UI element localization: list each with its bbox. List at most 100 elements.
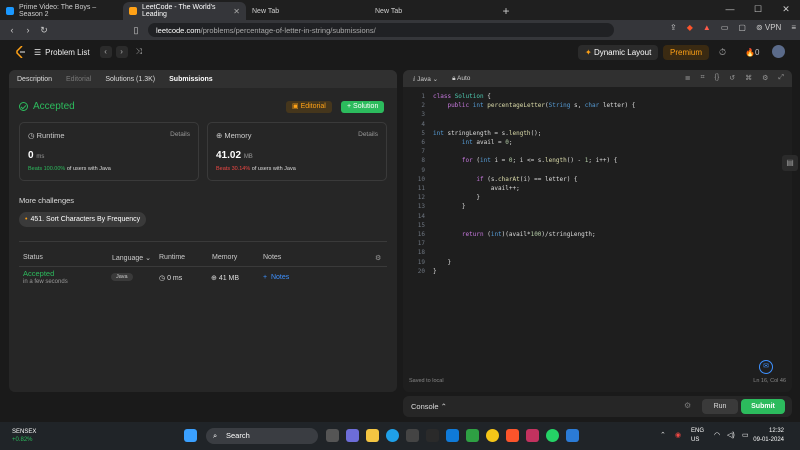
browser-tab-newtab-2[interactable]: New Tab xyxy=(369,2,492,20)
notepad-icon[interactable] xyxy=(566,429,579,442)
shortcut-icon[interactable]: ⌘ xyxy=(745,74,752,82)
close-window-icon[interactable]: ✕ xyxy=(772,0,800,18)
code-line[interactable]: } xyxy=(433,202,466,211)
snapchat-icon[interactable] xyxy=(486,429,499,442)
settings-icon[interactable]: ⚙ xyxy=(684,401,691,410)
code-line[interactable]: if (s.charAt(i) == letter) { xyxy=(433,175,577,184)
format-icon[interactable]: ≣ xyxy=(685,74,691,82)
code-line[interactable]: for (int i = 0; i <= s.length() - 1; i++… xyxy=(433,156,617,165)
code-line[interactable]: int avail = 0; xyxy=(433,138,513,147)
solution-button[interactable]: + Solution xyxy=(341,101,385,113)
browser-tab-newtab-1[interactable]: New Tab xyxy=(246,2,369,20)
tab-solutions[interactable]: Solutions (1.3K) xyxy=(105,76,155,83)
code-line[interactable]: avail++; xyxy=(433,184,520,193)
braces-icon[interactable]: {} xyxy=(715,74,720,82)
stock-widget[interactable]: SENSEX +0.82% xyxy=(12,428,36,444)
code-line[interactable]: } xyxy=(433,267,437,276)
reset-icon[interactable]: ↺ xyxy=(729,74,735,82)
clock[interactable]: 12:32 09-01-2024 xyxy=(753,427,784,445)
expand-icon[interactable]: ⤢ xyxy=(778,74,784,82)
problem-list-button[interactable]: ☰ Problem List xyxy=(34,48,90,57)
bookmark-icon[interactable]: ⌗ xyxy=(701,74,705,82)
taskbar-search[interactable]: ⌕ Search xyxy=(206,428,318,444)
browser-tab-leetcode[interactable]: LeetCode - The World's Leading ✕ xyxy=(123,2,246,20)
brave-icon[interactable] xyxy=(506,429,519,442)
close-tab-icon[interactable]: ✕ xyxy=(233,7,240,16)
minimize-icon[interactable]: — xyxy=(716,0,744,18)
runtime-card[interactable]: ◷ Runtime Details 0 ms Beats 100.00% of … xyxy=(19,122,199,181)
tab-submissions[interactable]: Submissions xyxy=(169,76,213,83)
back-icon[interactable]: ‹ xyxy=(4,25,20,35)
antivirus-icon[interactable]: ◉ xyxy=(675,431,681,439)
col-notes[interactable]: Notes xyxy=(263,254,281,261)
premium-button[interactable]: Premium xyxy=(663,45,710,60)
app-icon[interactable] xyxy=(446,429,459,442)
forward-icon[interactable]: › xyxy=(20,25,36,35)
col-status[interactable]: Status xyxy=(23,254,43,261)
tab-editorial[interactable]: Editorial xyxy=(66,76,91,83)
prev-problem-icon[interactable]: ‹ xyxy=(99,46,112,58)
row-status[interactable]: Accepted xyxy=(23,269,54,278)
code-line[interactable]: } xyxy=(433,258,451,267)
settings-gear-icon[interactable]: ⚙ xyxy=(375,254,381,262)
reload-icon[interactable]: ↻ xyxy=(36,25,52,36)
memory-card[interactable]: ⊕ Memory Details 41.02 MB Beats 30.14% o… xyxy=(207,122,387,181)
autosave-mode[interactable]: 🔒︎ Auto xyxy=(452,75,470,83)
chevron-up-icon[interactable]: ⌃ xyxy=(660,431,666,439)
dynamic-layout-button[interactable]: ✦ Dynamic Layout xyxy=(578,45,659,60)
timer-icon[interactable]: ⏱ xyxy=(719,47,726,58)
vpn-button[interactable]: ⊚ VPN xyxy=(756,23,781,32)
chat-icon[interactable]: ✉ xyxy=(759,360,773,374)
editorial-button[interactable]: ▣ Editorial xyxy=(286,101,332,113)
whatsapp-icon[interactable] xyxy=(546,429,559,442)
file-explorer-icon[interactable] xyxy=(366,429,379,442)
runtime-details-link[interactable]: Details xyxy=(170,131,190,138)
code-line[interactable]: return (int)(avail*100)/stringLength; xyxy=(433,230,596,239)
memory-details-link[interactable]: Details xyxy=(358,131,378,138)
submit-button[interactable]: Submit xyxy=(741,399,785,414)
share-icon[interactable]: ⇪ xyxy=(670,23,677,32)
intellij-icon[interactable] xyxy=(526,429,539,442)
challenge-chip[interactable]: • 451. Sort Characters By Frequency xyxy=(19,212,147,227)
volume-icon[interactable]: ◁) xyxy=(727,431,735,439)
brave-shield-icon[interactable]: ◆ xyxy=(687,23,693,32)
xbox-icon[interactable] xyxy=(466,429,479,442)
streak-counter[interactable]: 🔥0 xyxy=(745,48,759,57)
tab-description[interactable]: Description xyxy=(17,76,52,83)
side-note-icon[interactable]: ▤ xyxy=(782,155,798,171)
col-memory[interactable]: Memory xyxy=(212,254,237,261)
app-icon[interactable] xyxy=(426,429,439,442)
leetcode-logo-icon[interactable] xyxy=(16,46,26,58)
wifi-icon[interactable]: ◠ xyxy=(714,431,720,439)
console-toggle[interactable]: Console ⌃ xyxy=(411,402,447,411)
code-line[interactable]: class Solution { xyxy=(433,92,491,101)
col-language[interactable]: Language ⌄ xyxy=(112,254,151,262)
next-problem-icon[interactable]: › xyxy=(115,46,128,58)
edge-icon[interactable] xyxy=(386,429,399,442)
add-notes-button[interactable]: + Notes xyxy=(263,274,289,281)
windows-start-icon[interactable] xyxy=(184,429,197,442)
sidebar-icon[interactable]: ▭ xyxy=(721,23,729,32)
browser-tab-prime[interactable]: Prime Video: The Boys – Season 2 xyxy=(0,2,123,20)
run-button[interactable]: Run xyxy=(702,399,738,414)
bookmark-icon[interactable]: ▯ xyxy=(128,25,144,36)
avatar[interactable] xyxy=(772,45,785,58)
wallet-icon[interactable]: ▢ xyxy=(738,23,746,32)
url-field[interactable]: leetcode.com/problems/percentage-of-lett… xyxy=(148,23,614,37)
code-line[interactable]: } xyxy=(433,193,480,202)
battery-icon[interactable]: ▭ xyxy=(742,431,749,439)
new-tab-button[interactable]: + xyxy=(498,2,514,20)
task-view-icon[interactable] xyxy=(326,429,339,442)
code-line[interactable]: public int percentageLetter(String s, ch… xyxy=(433,101,635,110)
col-runtime[interactable]: Runtime xyxy=(159,254,185,261)
maximize-icon[interactable]: ☐ xyxy=(744,0,772,18)
language-indicator[interactable]: ENG US xyxy=(691,427,704,445)
menu-icon[interactable]: ≡ xyxy=(791,23,796,32)
brave-rewards-icon[interactable]: ▲ xyxy=(703,23,711,32)
settings-icon[interactable]: ⚙ xyxy=(762,74,768,82)
shuffle-icon[interactable]: ⤨ xyxy=(136,47,142,57)
teams-icon[interactable] xyxy=(346,429,359,442)
language-select[interactable]: ⅈ Java ⌄ xyxy=(413,75,438,83)
code-line[interactable]: int stringLength = s.length(); xyxy=(433,129,541,138)
store-icon[interactable] xyxy=(406,429,419,442)
